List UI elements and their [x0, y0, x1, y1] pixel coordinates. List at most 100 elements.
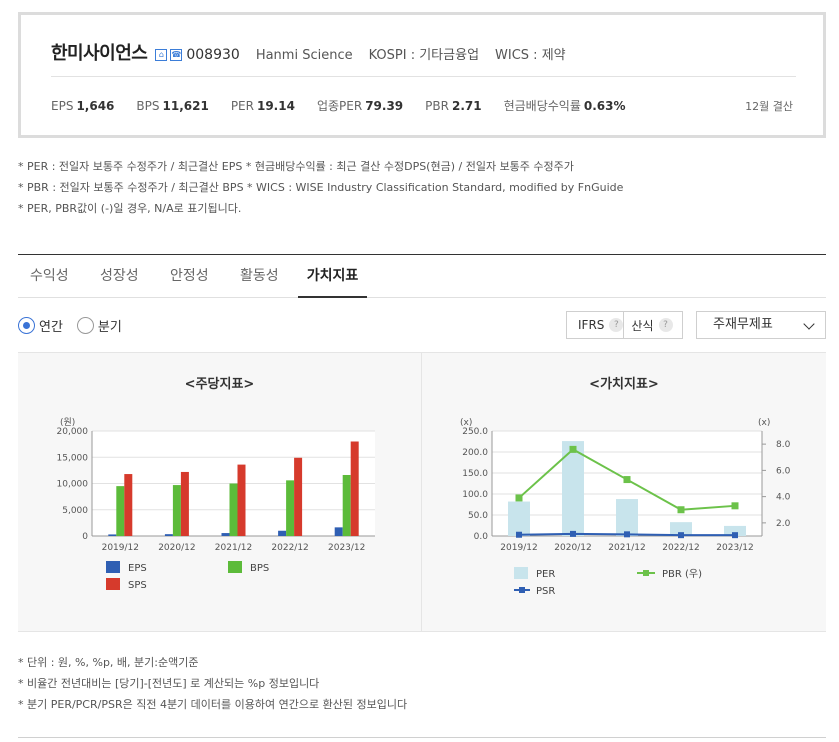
y-right-axis-unit: (x) [758, 418, 770, 428]
point-psr [516, 531, 522, 538]
point-psr [570, 530, 576, 537]
stock-code: 008930 [186, 47, 240, 63]
y-left-tick-label: 50.0 [468, 511, 488, 521]
point-pbr [731, 502, 739, 510]
y-left-tick-label: 100.0 [462, 490, 488, 500]
legend-label: PSR [536, 586, 555, 597]
y-left-tick-label: 150.0 [462, 469, 488, 479]
radio-annual-label[interactable]: 연간 [39, 316, 63, 335]
y-right-tick-label: 8.0 [776, 440, 791, 450]
bar-sps [294, 457, 303, 536]
point-pbr [623, 476, 631, 484]
metric-dividend-yield: 현금배당수익률 0.63% [503, 99, 626, 113]
metric-per: PER 19.14 [230, 99, 295, 113]
note-line: * PBR : 전일자 보통주 수정주가 / 최근결산 BPS * WICS :… [18, 181, 624, 194]
phone-icon[interactable]: ☎ [170, 49, 183, 61]
table-top-border [18, 737, 826, 738]
y-left-tick-label: 200.0 [462, 448, 488, 458]
tab-valuation[interactable]: 가치지표 [298, 255, 367, 298]
analysis-tabs: 수익성 성장성 안정성 활동성 가치지표 [18, 254, 826, 298]
formula-item[interactable]: 산식 ? [623, 312, 673, 338]
ifrs-formula-box: IFRS ? 산식 ? [566, 311, 683, 339]
note-line: * 비율간 전년대비는 [당기]-[전년도] 로 계산되는 %p 정보입니다 [18, 677, 320, 690]
y-left-tick-label: 250.0 [462, 427, 488, 437]
bar-bps [172, 485, 181, 536]
unit-notes: * 단위 : 원, %, %p, 배, 분기:순액기준 * 비율간 전년대비는 … [18, 652, 407, 715]
bar-bps [229, 483, 238, 536]
x-tick-label: 2022/12 [271, 543, 308, 553]
y-tick-label: 20,000 [57, 427, 89, 437]
bar-sps [350, 441, 359, 536]
legend-swatch-sps [106, 578, 120, 590]
x-tick-label: 2023/12 [716, 543, 753, 553]
formula-label: 산식 [631, 318, 654, 333]
x-tick-label: 2020/12 [158, 543, 195, 553]
statement-type-select[interactable]: 주재무제표 [696, 311, 826, 339]
tab-growth[interactable]: 성장성 [100, 255, 139, 298]
metric-bps: BPS 11,621 [136, 99, 209, 113]
bar-sps [124, 474, 133, 536]
x-tick-label: 2020/12 [554, 543, 591, 553]
bar-sps [180, 471, 189, 536]
tab-activity[interactable]: 활동성 [240, 255, 279, 298]
y-tick-label: 10,000 [57, 480, 89, 490]
note-line: * 단위 : 원, %, %p, 배, 분기:순액기준 [18, 656, 199, 669]
company-english-name: Hanmi Science [255, 48, 353, 63]
bar-eps [334, 527, 343, 536]
y-right-tick-label: 6.0 [776, 466, 791, 476]
radio-annual[interactable] [18, 317, 35, 334]
valuation-chart-panel: <가치지표> 250.0 200.0 150.0 100.0 50.0 0.0 8.0 6.0… [422, 353, 826, 632]
y-tick-label: 5,000 [62, 506, 88, 516]
bar-eps [108, 534, 117, 536]
bar-bps [342, 474, 351, 536]
legend-label: PER [536, 569, 555, 580]
chevron-down-icon [803, 318, 815, 330]
legend-swatch-eps [106, 561, 120, 573]
valuation-chart: 250.0 200.0 150.0 100.0 50.0 0.0 8.0 6.0 4.0 2.0 (… [460, 418, 791, 597]
charts-area: <주당지표> 20,000 15,000 10,000 5,000 0 (원) 2019/1… [18, 352, 826, 632]
home-icon[interactable]: ⌂ [155, 49, 168, 61]
point-psr [732, 532, 738, 539]
metrics-row: EPS 1,646 BPS 11,621 PER 19.14 업종PER 79.39 P… [51, 97, 648, 114]
legend-label: PBR (우) [662, 568, 702, 580]
radio-quarterly[interactable] [76, 317, 94, 334]
period-radio-group: 연간 분기 [18, 316, 136, 335]
legend-label: EPS [128, 563, 147, 574]
tab-stability[interactable]: 안정성 [170, 255, 209, 298]
y-tick-label: 0 [82, 532, 88, 542]
wics-sector: WICS : 제약 [495, 48, 566, 63]
y-tick-label: 15,000 [57, 453, 89, 463]
ifrs-item[interactable]: IFRS ? [567, 312, 624, 338]
legend-label: BPS [250, 563, 269, 574]
radio-quarterly-label[interactable]: 분기 [98, 316, 122, 335]
y-axis-unit: (원) [60, 417, 75, 428]
per-share-chart-panel: <주당지표> 20,000 15,000 10,000 5,000 0 (원) 2019/1… [18, 353, 422, 632]
point-psr [624, 531, 630, 538]
note-line: * PER : 전일자 보통주 수정주가 / 최근결산 EPS * 현금배당수익… [18, 160, 574, 173]
metric-industry-per: 업종PER 79.39 [316, 99, 404, 113]
point-psr [678, 532, 684, 539]
bar-per [508, 501, 530, 536]
y-right-tick-label: 2.0 [776, 519, 791, 529]
legend-swatch-per [514, 567, 528, 579]
formula-help-icon[interactable]: ? [658, 318, 673, 332]
ifrs-label: IFRS [578, 318, 605, 332]
y-left-axis-unit: (x) [460, 418, 472, 428]
bar-sps [237, 464, 246, 536]
ifrs-help-icon[interactable]: ? [609, 318, 624, 332]
legend-swatch-bps [228, 561, 242, 573]
note-line: * 분기 PER/PCR/PSR은 직전 4분기 데이터를 이용하여 연간으로 … [18, 698, 408, 711]
tab-profitability[interactable]: 수익성 [30, 255, 69, 298]
x-tick-label: 2019/12 [102, 543, 139, 553]
x-tick-label: 2019/12 [500, 543, 537, 553]
legend-marker-psr [519, 587, 525, 593]
stock-summary-box: 한미사이언스 ⌂ ☎ 008930 Hanmi Science KOSPI : … [18, 12, 826, 138]
summary-divider [51, 76, 796, 77]
legend-marker-pbr [643, 570, 649, 576]
settlement-month: 12월 결산 [745, 100, 793, 113]
x-tick-label: 2022/12 [662, 543, 699, 553]
bar-per [616, 499, 638, 536]
legend-label: SPS [128, 580, 147, 591]
y-left-tick-label: 0.0 [474, 532, 489, 542]
stock-title-row: 한미사이언스 ⌂ ☎ 008930 Hanmi Science KOSPI : … [51, 39, 566, 65]
